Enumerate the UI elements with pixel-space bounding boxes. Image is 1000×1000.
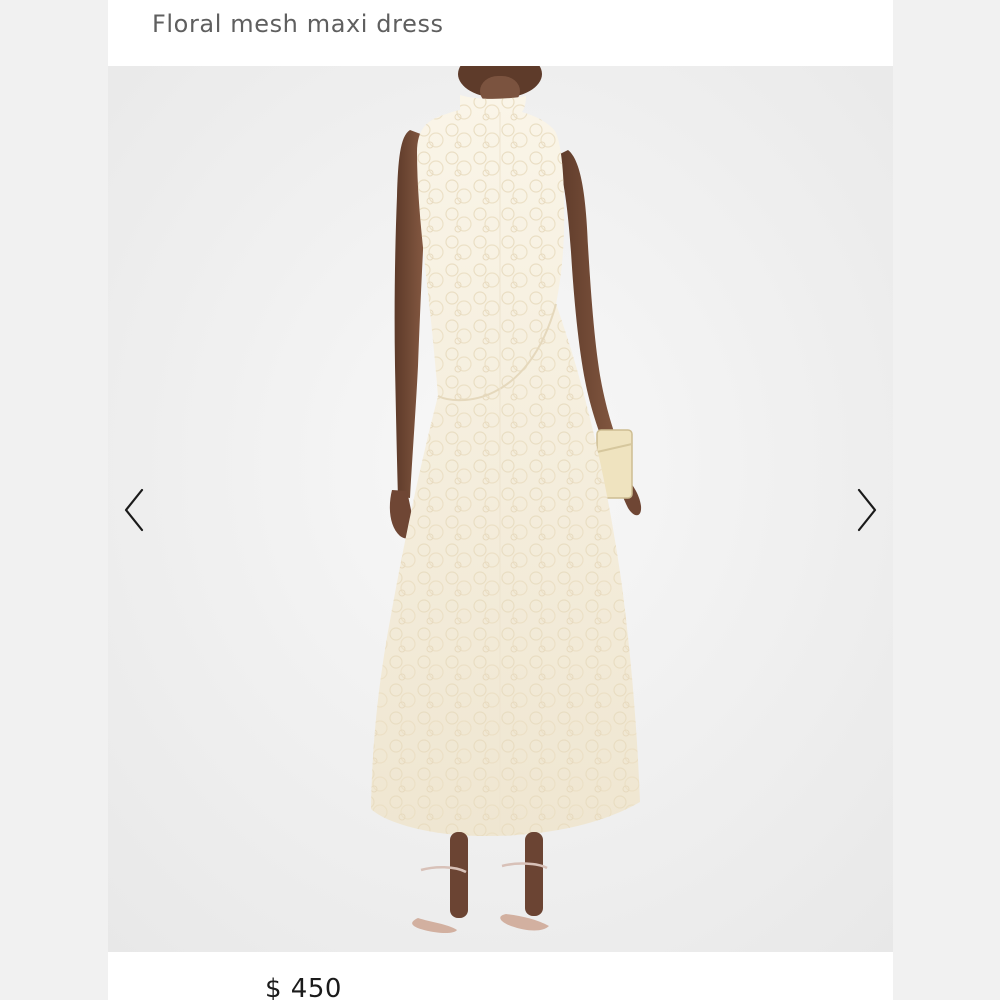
chevron-left-icon: [124, 488, 144, 532]
product-price: $ 450: [265, 974, 342, 1000]
right-backdrop: [893, 0, 1000, 1000]
product-header: Floral mesh maxi dress: [108, 0, 893, 66]
next-image-button[interactable]: [847, 486, 883, 534]
product-title: Floral mesh maxi dress: [152, 10, 444, 38]
product-image-gallery[interactable]: [108, 66, 893, 952]
product-footer: $ 450: [108, 952, 893, 1000]
product-card: Floral mesh maxi dress $ 450: [108, 0, 893, 1000]
previous-image-button[interactable]: [118, 486, 154, 534]
product-screen: Floral mesh maxi dress $ 450: [0, 0, 1000, 1000]
left-backdrop: [0, 0, 108, 1000]
chevron-right-icon: [857, 488, 877, 532]
product-photo: [108, 66, 893, 952]
